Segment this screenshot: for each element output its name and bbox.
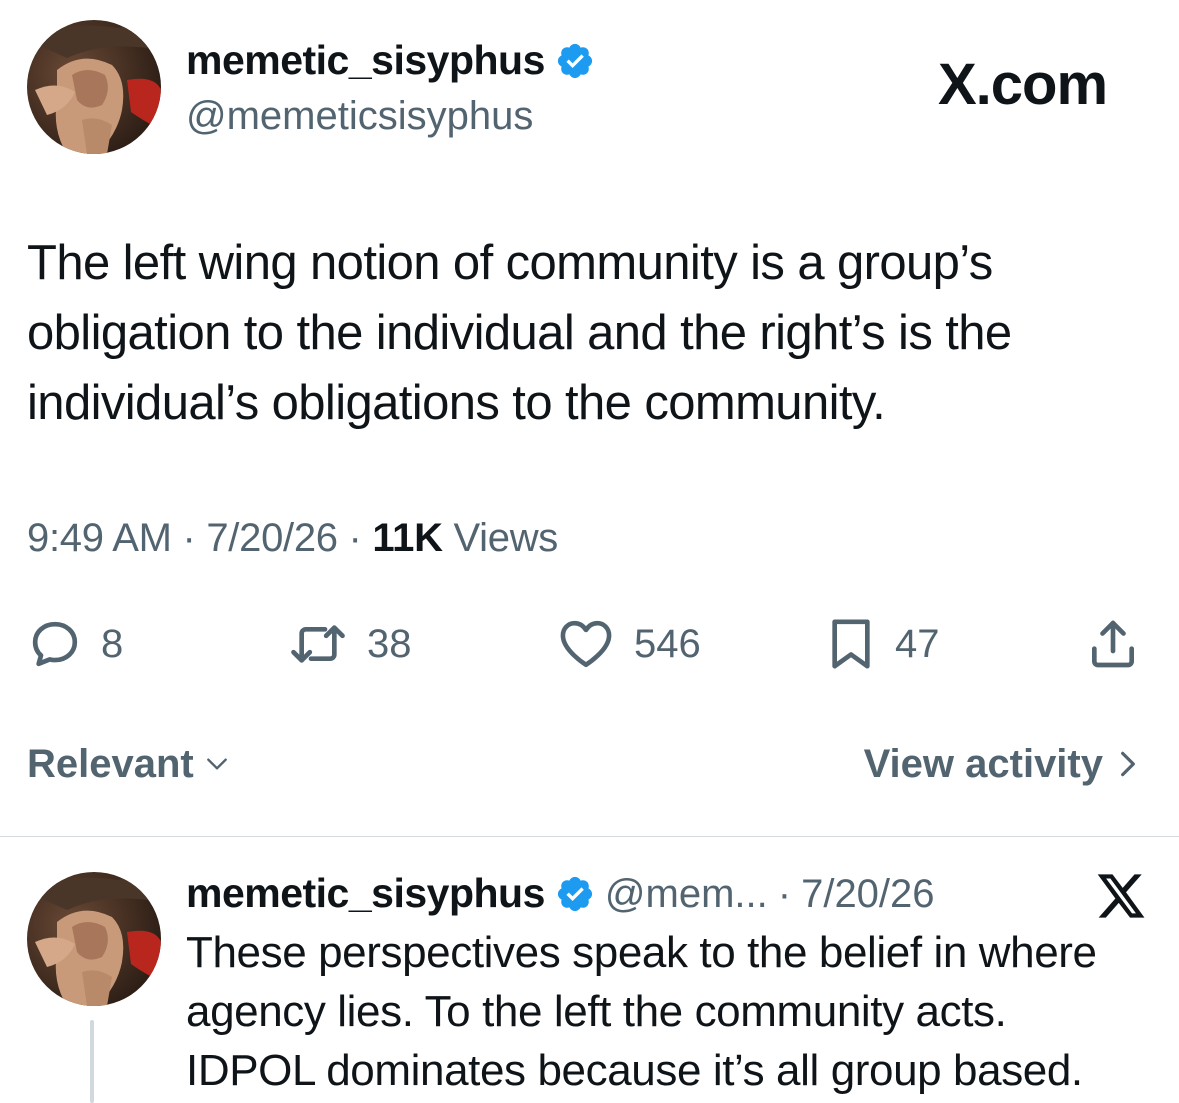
meta-separator: · [348,516,362,560]
tweet-text-line: obligation to the individual and the rig… [27,306,1012,360]
tweet-text-line: The left wing notion of community is a g… [27,236,993,290]
meta-separator: · [182,516,196,560]
views-count: 11K [372,516,443,560]
sort-label: Relevant [27,742,194,786]
tweet-time[interactable]: 9:49 AM [27,516,172,560]
share-upload-icon [1092,620,1134,668]
speech-bubble-icon [32,621,78,667]
reply-text-line: IDPOL dominates because it’s all group b… [186,1046,1083,1095]
author-name-row: memetic_sisyphus [186,40,595,81]
view-activity-label: View activity [863,742,1103,786]
thread-connector-line [90,1020,94,1103]
author-display-name[interactable]: memetic_sisyphus [186,40,545,81]
repost-arrows-icon [291,625,345,663]
heart-icon [560,620,612,668]
chevron-down-icon [206,758,227,770]
verified-badge-icon[interactable] [555,874,595,914]
share-button[interactable] [1085,616,1141,672]
bookmark-icon [832,619,870,669]
repost-count: 38 [367,622,412,666]
tweet-text-line: individual’s obligations to the communit… [27,376,886,430]
reply-text: These perspectives speak to the belief i… [186,923,1166,1100]
reply-text-line: These perspectives speak to the belief i… [186,928,1097,977]
avatar-painting-image [27,20,161,154]
reply-author-handle[interactable]: @mem... [605,874,768,914]
reply-text-line: agency lies. To the left the community a… [186,987,1007,1036]
meta-separator: · [777,871,792,916]
reply-button[interactable]: 8 [27,616,123,672]
reply-author-display-name[interactable]: memetic_sisyphus [186,873,545,914]
like-count: 546 [634,622,701,666]
reply-author-avatar[interactable] [27,872,161,1006]
sort-replies-dropdown[interactable]: Relevant [27,744,230,784]
view-activity-link[interactable]: View activity [864,744,1139,784]
reply-date[interactable]: 7/20/26 [801,874,934,914]
verified-badge-icon[interactable] [555,41,595,81]
tweet-date[interactable]: 7/20/26 [206,516,338,560]
reply-count: 8 [101,622,124,666]
tweet-meta: 9:49 AM · 7/20/26 · 11K Views [27,518,558,558]
bookmark-count: 47 [895,622,940,666]
x-logo-icon [1095,872,1147,925]
chevron-right-icon [1121,751,1135,777]
like-button[interactable]: 546 [556,616,701,672]
author-handle[interactable]: @memeticsisyphus [186,96,533,136]
tweet-text: The left wing notion of community is a g… [27,228,1147,438]
x-logo-icon: X.com [938,52,1108,117]
views-label: Views [453,516,559,560]
reply-header: memetic_sisyphus @mem... · 7/20/26 [186,873,935,914]
author-avatar[interactable] [27,20,161,154]
divider [0,836,1179,837]
repost-button[interactable]: 38 [287,616,412,672]
bookmark-button[interactable]: 47 [825,616,940,672]
avatar-painting-image [27,872,161,1006]
